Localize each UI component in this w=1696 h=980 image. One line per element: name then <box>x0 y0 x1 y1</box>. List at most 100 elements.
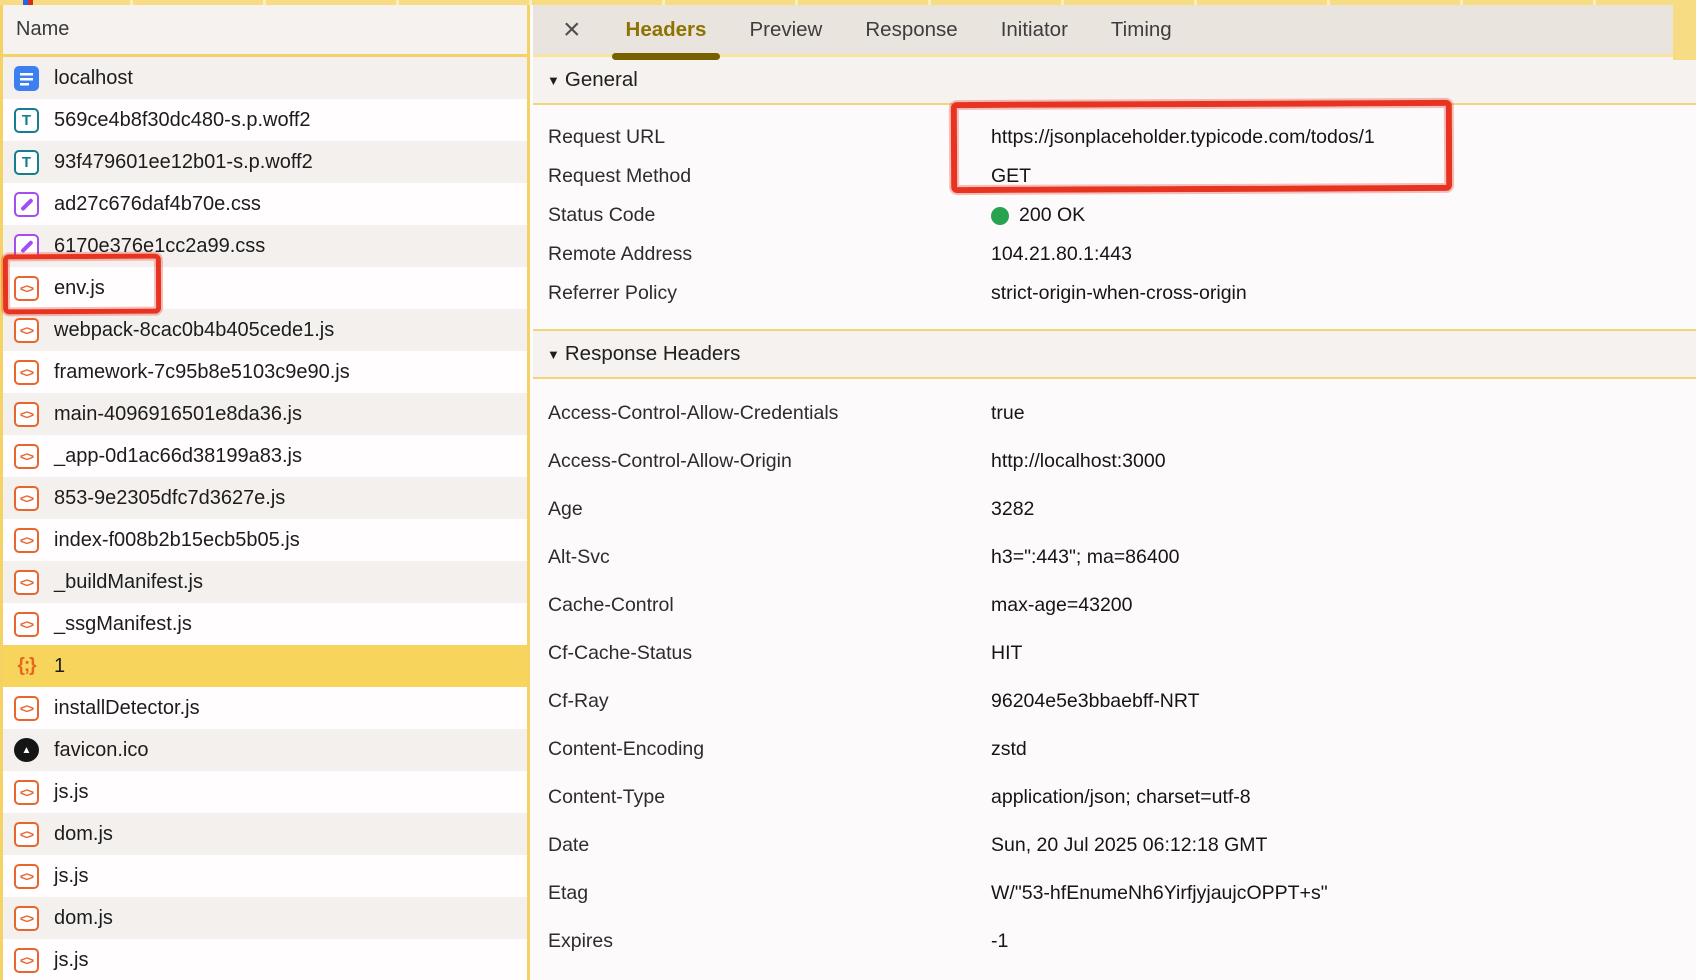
request-row[interactable]: <>index-f008b2b15ecb5b05.js <box>3 519 527 561</box>
request-name: _app-0d1ac66d38199a83.js <box>54 445 302 468</box>
header-value: h3=":443"; ma=86400 <box>991 546 1179 569</box>
header-value-text: GET <box>991 165 1031 188</box>
close-icon[interactable]: × <box>563 15 581 45</box>
js-file-icon: <> <box>14 906 39 931</box>
request-row[interactable]: <> installDetector.js <box>3 687 527 729</box>
request-row[interactable]: <>_buildManifest.js <box>3 561 527 603</box>
header-value: GET <box>991 165 1031 188</box>
header-row: Request MethodGET <box>533 157 1696 196</box>
request-name: _ssgManifest.js <box>54 613 192 636</box>
header-value: https://jsonplaceholder.typicode.com/tod… <box>991 126 1375 149</box>
header-value: 96204e5e3bbaebff-NRT <box>991 690 1200 713</box>
header-key: Content-Type <box>548 786 991 809</box>
request-row[interactable]: localhost <box>3 57 527 99</box>
request-row[interactable]: <>_ssgManifest.js <box>3 603 527 645</box>
request-list-panel: Name localhost T 569ce4b8f30dc480-s.p.woff… <box>0 5 530 980</box>
request-row[interactable]: ▲favicon.ico <box>3 729 527 771</box>
tab-initiator[interactable]: Initiator <box>1001 4 1068 56</box>
header-value-text: max-age=43200 <box>991 594 1132 617</box>
request-row[interactable]: <>853-9e2305dfc7d3627e.js <box>3 477 527 519</box>
request-row[interactable]: <>framework-7c95b8e5103c9e90.js <box>3 351 527 393</box>
request-row[interactable]: <>env.js <box>3 267 527 309</box>
header-value-text: strict-origin-when-cross-origin <box>991 282 1247 305</box>
header-value: W/"53-hfEnumeNh6YirfjyjaujcOPPT+s" <box>991 882 1328 905</box>
request-name: js.js <box>54 865 88 888</box>
header-value: true <box>991 402 1025 425</box>
request-row[interactable]: ad27c676daf4b70e.css <box>3 183 527 225</box>
header-value: 104.21.80.1:443 <box>991 243 1132 266</box>
header-row: Cf-Ray96204e5e3bbaebff-NRT <box>533 677 1696 725</box>
header-value-text: true <box>991 402 1025 425</box>
section-general-title: General <box>565 68 638 92</box>
request-row[interactable]: 6170e376e1cc2a99.css <box>3 225 527 267</box>
request-name: main-4096916501e8da36.js <box>54 403 302 426</box>
header-row: Request URLhttps://jsonplaceholder.typic… <box>533 118 1696 157</box>
header-row: Cf-Cache-StatusHIT <box>533 629 1696 677</box>
request-name: installDetector.js <box>54 697 200 720</box>
section-response-headers-header[interactable]: ▼ Response Headers <box>533 331 1696 379</box>
css-file-icon <box>14 234 39 259</box>
js-file-icon: <> <box>14 822 39 847</box>
js-file-icon: <> <box>14 360 39 385</box>
js-file-icon: <> <box>14 528 39 553</box>
js-file-icon: <> <box>14 402 39 427</box>
tab-response[interactable]: Response <box>865 4 957 56</box>
request-row[interactable]: <>js.js <box>3 939 527 980</box>
request-row[interactable]: T93f479601ee12b01-s.p.woff2 <box>3 141 527 183</box>
header-row: Remote Address104.21.80.1:443 <box>533 235 1696 274</box>
request-name: dom.js <box>54 907 113 930</box>
devtools-network-panel: Name localhost T 569ce4b8f30dc480-s.p.woff… <box>0 0 1696 980</box>
header-value: zstd <box>991 738 1027 761</box>
header-value: 3282 <box>991 498 1034 521</box>
header-key: Cache-Control <box>548 594 991 617</box>
request-row[interactable]: <> main-4096916501e8da36.js <box>3 393 527 435</box>
header-key: Content-Encoding <box>548 738 991 761</box>
js-file-icon: <> <box>14 696 39 721</box>
name-column-header[interactable]: Name <box>3 5 527 57</box>
header-value: strict-origin-when-cross-origin <box>991 282 1247 305</box>
request-row[interactable]: <>js.js <box>3 855 527 897</box>
request-name: dom.js <box>54 823 113 846</box>
tab-preview[interactable]: Preview <box>749 4 822 56</box>
request-name: webpack-8cac0b4b405cede1.js <box>54 319 334 342</box>
request-row[interactable]: <>webpack-8cac0b4b405cede1.js <box>3 309 527 351</box>
header-row: Cache-Controlmax-age=43200 <box>533 581 1696 629</box>
header-row: Alt-Svch3=":443"; ma=86400 <box>533 533 1696 581</box>
js-file-icon: <> <box>14 444 39 469</box>
header-row: Expires-1 <box>533 917 1696 965</box>
js-file-icon: <> <box>14 570 39 595</box>
header-key: Request Method <box>548 165 991 188</box>
tab-timing[interactable]: Timing <box>1111 4 1172 56</box>
section-general-header[interactable]: ▼ General <box>533 57 1696 105</box>
header-row: Content-Typeapplication/json; charset=ut… <box>533 773 1696 821</box>
header-row: Age3282 <box>533 485 1696 533</box>
request-row[interactable]: <> dom.js <box>3 897 527 939</box>
font-file-icon: T <box>14 108 39 133</box>
collapse-caret-icon: ▼ <box>547 73 560 88</box>
header-value-text: 104.21.80.1:443 <box>991 243 1132 266</box>
request-row[interactable]: <>js.js <box>3 771 527 813</box>
header-value-text: https://jsonplaceholder.typicode.com/tod… <box>991 126 1375 149</box>
header-key: Remote Address <box>548 243 991 266</box>
request-name: favicon.ico <box>54 739 149 762</box>
request-row[interactable]: T 569ce4b8f30dc480-s.p.woff2 <box>3 99 527 141</box>
request-row[interactable]: {;}1 <box>3 645 527 687</box>
js-file-icon: <> <box>14 780 39 805</box>
section-response-headers-title: Response Headers <box>565 342 741 366</box>
request-name: env.js <box>54 277 105 300</box>
header-value: application/json; charset=utf-8 <box>991 786 1251 809</box>
name-column-label: Name <box>16 18 69 41</box>
tab-headers[interactable]: Headers <box>626 4 707 56</box>
header-row: DateSun, 20 Jul 2025 06:12:18 GMT <box>533 821 1696 869</box>
request-name: 569ce4b8f30dc480-s.p.woff2 <box>54 109 311 132</box>
header-key: Expires <box>548 930 991 953</box>
header-key: Request URL <box>548 126 991 149</box>
request-row[interactable]: <> _app-0d1ac66d38199a83.js <box>3 435 527 477</box>
request-row[interactable]: <> dom.js <box>3 813 527 855</box>
css-file-icon <box>14 192 39 217</box>
header-value: http://localhost:3000 <box>991 450 1166 473</box>
json-file-icon: {;} <box>14 654 39 679</box>
header-key: Age <box>548 498 991 521</box>
header-key: Access-Control-Allow-Credentials <box>548 402 991 425</box>
header-key: Referrer Policy <box>548 282 991 305</box>
